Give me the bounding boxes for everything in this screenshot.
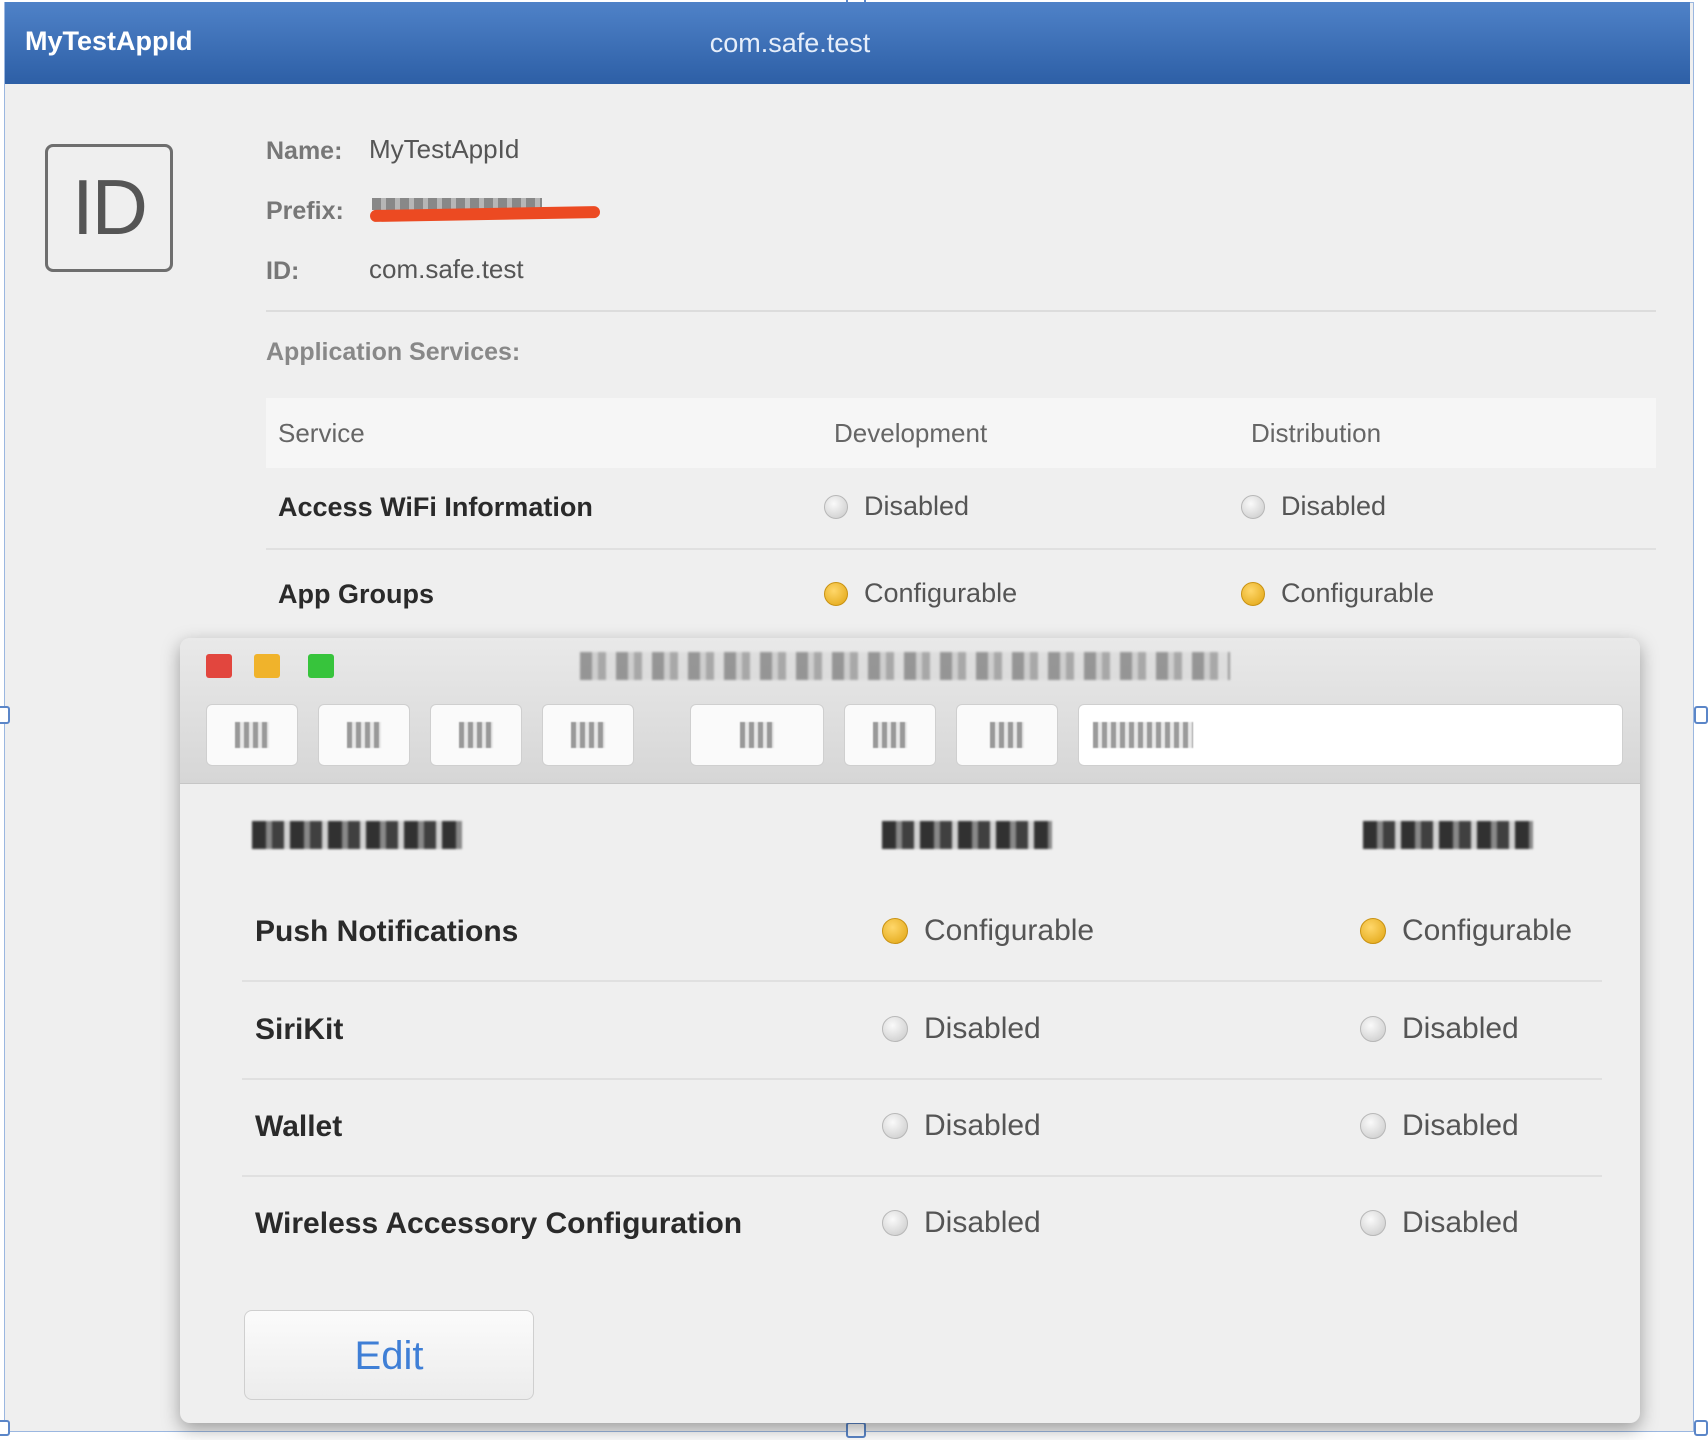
status-text: Disabled [1402, 1012, 1519, 1045]
status-text: Disabled [1402, 1206, 1519, 1239]
edit-button[interactable]: Edit [244, 1310, 534, 1400]
resize-handle-left[interactable] [0, 706, 10, 724]
blurred-icon [459, 722, 493, 748]
development-status: Configurable [882, 914, 1094, 948]
status-text: Configurable [1281, 578, 1435, 608]
status-dot-icon [882, 1016, 908, 1042]
status-dot-icon [1360, 1210, 1386, 1236]
status-text: Disabled [1402, 1109, 1519, 1142]
status-text: Configurable [864, 578, 1018, 608]
blurred-distribution-status [1363, 821, 1533, 849]
blurred-icon [740, 722, 774, 748]
status-dot-icon [882, 918, 908, 944]
development-status: Configurable [824, 578, 1017, 609]
name-value: MyTestAppId [369, 134, 520, 164]
resize-handle-right[interactable] [1694, 706, 1708, 724]
distribution-status: Disabled [1360, 1206, 1519, 1240]
prefix-label: Prefix: [266, 197, 344, 225]
column-header-distribution: Distribution [1251, 418, 1382, 448]
column-header-development: Development [834, 418, 988, 448]
status-text: Disabled [864, 491, 970, 521]
title-bar: MyTestAppId com.safe.test [5, 2, 1690, 84]
row-divider [266, 548, 1656, 550]
blurred-icon [235, 722, 269, 748]
blurred-icon [873, 722, 907, 748]
development-status: Disabled [882, 1109, 1041, 1143]
service-name: Push Notifications [255, 915, 519, 948]
service-name: App Groups [278, 579, 434, 609]
status-dot-icon [1241, 581, 1265, 606]
window-title-blurred [580, 652, 1230, 680]
window-toolbar [180, 638, 1640, 784]
blurred-icon [571, 722, 605, 748]
service-name: Wireless Accessory Configuration [255, 1207, 743, 1240]
blurred-icon [347, 722, 381, 748]
status-text: Configurable [924, 914, 1095, 947]
status-dot-icon [1360, 1016, 1386, 1042]
row-divider [242, 980, 1602, 982]
id-label: ID: [266, 257, 300, 285]
status-dot-icon [1360, 1113, 1386, 1139]
distribution-status: Disabled [1241, 491, 1386, 522]
resize-handle-bottom-left[interactable] [0, 1420, 10, 1436]
status-dot-icon [1360, 918, 1386, 944]
status-dot-icon [1241, 494, 1265, 519]
services-section-title: Application Services: [266, 338, 521, 366]
status-text: Disabled [924, 1012, 1041, 1045]
service-name: Access WiFi Information [278, 492, 593, 522]
search-input[interactable] [1078, 704, 1623, 766]
minimize-icon[interactable] [254, 654, 280, 678]
toolbar-button[interactable] [318, 704, 410, 766]
resize-handle-bottom-right[interactable] [1694, 1420, 1708, 1436]
toolbar-button[interactable] [690, 704, 824, 766]
divider [266, 310, 1656, 312]
status-text: Configurable [1402, 914, 1573, 947]
overlay-window: Push Notifications Configurable Configur… [180, 638, 1640, 1423]
blurred-development-status [882, 821, 1052, 849]
id-badge-icon: ID [45, 144, 173, 272]
resize-handle-bottom[interactable] [846, 1422, 866, 1438]
service-name: SiriKit [255, 1013, 344, 1046]
distribution-status: Configurable [1360, 914, 1572, 948]
distribution-status: Disabled [1360, 1109, 1519, 1143]
distribution-status: Configurable [1241, 578, 1434, 609]
close-icon[interactable] [206, 654, 232, 678]
status-text: Disabled [1281, 491, 1387, 521]
row-divider [242, 1175, 1602, 1177]
development-status: Disabled [824, 491, 969, 522]
id-value: com.safe.test [369, 254, 524, 284]
blurred-service-name [252, 821, 462, 849]
toolbar-button[interactable] [206, 704, 298, 766]
status-dot-icon [824, 494, 848, 519]
bundle-id-title: com.safe.test [709, 28, 871, 58]
zoom-icon[interactable] [308, 654, 334, 678]
column-header-service: Service [278, 418, 365, 448]
search-icon [1093, 722, 1193, 748]
name-label: Name: [266, 137, 343, 165]
status-dot-icon [882, 1210, 908, 1236]
toolbar-button[interactable] [956, 704, 1058, 766]
row-divider [242, 1078, 1602, 1080]
toolbar-button[interactable] [430, 704, 522, 766]
toolbar-button[interactable] [542, 704, 634, 766]
status-dot-icon [824, 581, 848, 606]
service-name: Wallet [255, 1110, 343, 1143]
development-status: Disabled [882, 1206, 1041, 1240]
distribution-status: Disabled [1360, 1012, 1519, 1046]
status-dot-icon [882, 1113, 908, 1139]
blurred-icon [990, 722, 1024, 748]
status-text: Disabled [924, 1109, 1041, 1142]
status-text: Disabled [924, 1206, 1041, 1239]
toolbar-button[interactable] [844, 704, 936, 766]
development-status: Disabled [882, 1012, 1041, 1046]
